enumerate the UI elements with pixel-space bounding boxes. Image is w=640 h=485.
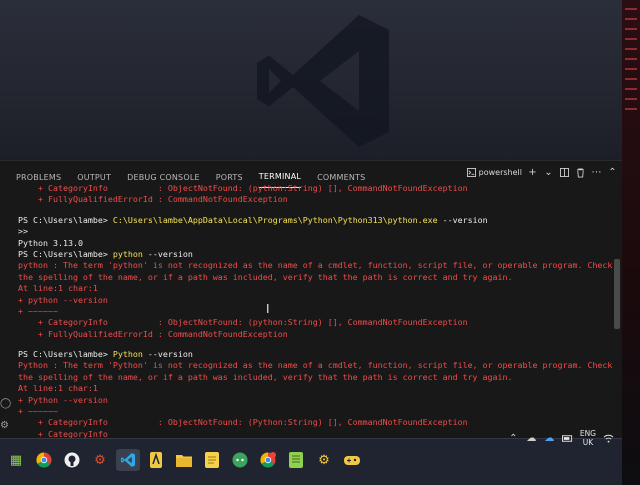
- split-icon[interactable]: [559, 167, 570, 178]
- terminal-line: PS C:\Users\lambe> C:\Users\lambe\AppDat…: [18, 215, 618, 226]
- terminal-line: + Python --version: [18, 394, 108, 405]
- game-icon[interactable]: [340, 449, 364, 471]
- command-args: --version: [142, 248, 193, 259]
- chevron-up-icon[interactable]: ⌃: [508, 433, 519, 444]
- terminal-line: + ~~~~~~: [18, 305, 58, 316]
- settings-gear-icon[interactable]: ⚙: [88, 449, 112, 471]
- discord-icon[interactable]: [228, 449, 252, 471]
- command: python: [112, 248, 143, 259]
- account-icon[interactable]: ◯: [0, 398, 12, 410]
- terminal-line: python : The term 'python' is not recogn…: [18, 260, 613, 271]
- file-explorer-icon[interactable]: [172, 449, 196, 471]
- vscode-icon[interactable]: [116, 449, 140, 471]
- terminal-line: + python --version: [18, 294, 108, 305]
- command-args: --version: [437, 214, 488, 225]
- add-icon[interactable]: +: [527, 167, 538, 178]
- settings-gear-icon[interactable]: ⚙: [0, 420, 12, 432]
- terminal-selector[interactable]: powershell: [466, 168, 522, 177]
- github-icon[interactable]: [60, 449, 84, 471]
- language-code: ENG: [579, 429, 596, 438]
- terminal-line: Python : The term 'Python' is not recogn…: [18, 360, 613, 371]
- gear-icon[interactable]: ⚙: [312, 449, 336, 471]
- onedrive-icon[interactable]: ☁: [544, 433, 555, 444]
- mouse-ibeam-cursor-icon: I: [266, 302, 270, 316]
- windows-taskbar: ▦ ⚙ ⚙ ⌃ ☁ ☁ ENG UK: [0, 429, 622, 485]
- prompt: PS C:\Users\lambe>: [18, 349, 113, 360]
- editor-welcome-area: [0, 0, 640, 160]
- app-icon[interactable]: [144, 449, 168, 471]
- terminal-line: + FullyQualifiedErrorId : CommandNotFoun…: [18, 194, 288, 205]
- cloud-icon[interactable]: ☁: [526, 433, 537, 444]
- terminal-line: + FullyQualifiedErrorId : CommandNotFoun…: [18, 328, 288, 339]
- battery-icon[interactable]: [561, 433, 573, 444]
- command: Python: [112, 349, 143, 360]
- bottom-panel: PROBLEMS OUTPUT DEBUG CONSOLE PORTS TERM…: [0, 160, 622, 439]
- terminal-icon: [466, 168, 476, 177]
- chevron-down-icon[interactable]: ⌄: [543, 167, 554, 178]
- terminal-line: PS C:\Users\lambe> python --version: [18, 249, 618, 260]
- terminal-line: + CategoryInfo : ObjectNotFound: (Python…: [18, 417, 468, 428]
- notepad-icon[interactable]: [284, 449, 308, 471]
- command: C:\Users\lambe\AppData\Local\Programs\Py…: [112, 214, 438, 225]
- terminal-line: + CategoryInfo : ObjectNotFound: (python…: [18, 317, 468, 328]
- terminal-line: + CategoryInfo : ObjectNotFound: (python…: [18, 183, 468, 193]
- chrome-icon[interactable]: [32, 449, 56, 471]
- terminal-line: the spelling of the name, or if a path w…: [18, 271, 513, 282]
- terminal-name: powershell: [478, 168, 522, 177]
- chevron-up-icon[interactable]: ⌃: [607, 167, 618, 178]
- terminal-line: + ~~~~~~: [18, 406, 58, 417]
- terminal-output[interactable]: + CategoryInfo : ObjectNotFound: (python…: [18, 183, 618, 439]
- chrome-profile-icon[interactable]: [256, 449, 280, 471]
- panel-actions: powershell + ⌄ ⋯ ⌃: [466, 167, 618, 178]
- more-icon[interactable]: ⋯: [591, 167, 602, 178]
- adjacent-monitor-edge: [622, 0, 640, 484]
- terminal-scrollbar[interactable]: [614, 259, 620, 329]
- language-indicator[interactable]: ENG UK: [580, 429, 596, 447]
- prompt: PS C:\Users\lambe>: [18, 248, 113, 259]
- terminal-line: At line:1 char:1: [18, 383, 98, 394]
- terminal-line: Python 3.13.0: [18, 237, 83, 248]
- terminal-line: the spelling of the name, or if a path w…: [18, 371, 513, 382]
- terminal-line: At line:1 char:1: [18, 283, 98, 294]
- command-args: --version: [142, 349, 193, 360]
- taskbar-apps: ▦ ⚙ ⚙: [4, 449, 364, 471]
- wifi-icon[interactable]: [603, 433, 614, 444]
- keyboard-region: UK: [582, 438, 594, 447]
- prompt: PS C:\Users\lambe>: [18, 214, 113, 225]
- trash-icon[interactable]: [575, 167, 586, 178]
- vscode-logo-icon: [257, 15, 389, 147]
- notes-icon[interactable]: [200, 449, 224, 471]
- windows-start-icon[interactable]: ▦: [4, 449, 28, 471]
- terminal-line: >>: [18, 226, 28, 237]
- terminal-line: PS C:\Users\lambe> Python --version: [18, 349, 618, 360]
- system-tray: ⌃ ☁ ☁ ENG UK: [508, 429, 614, 447]
